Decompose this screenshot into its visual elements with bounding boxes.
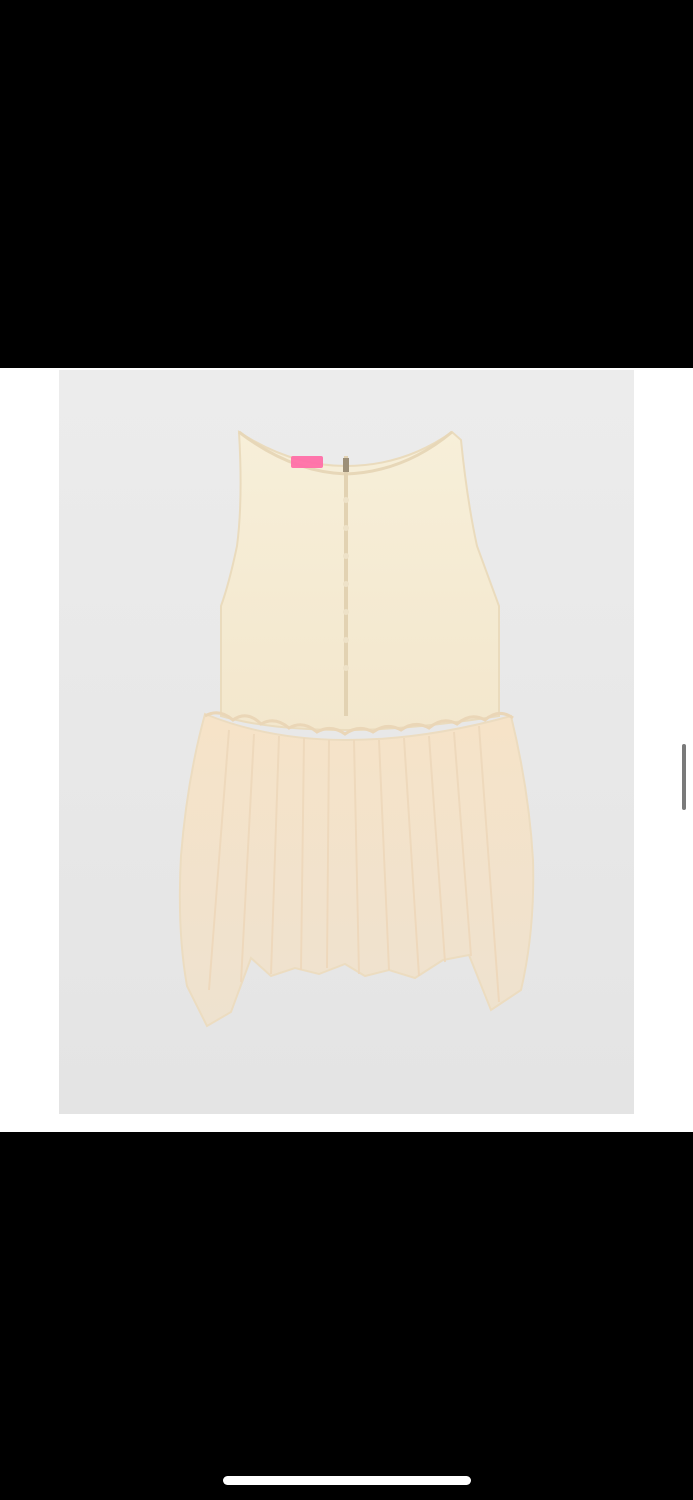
- scroll-indicator: [682, 744, 686, 810]
- home-indicator[interactable]: [223, 1476, 471, 1485]
- screen: [0, 0, 693, 1500]
- bottom-black-area: [0, 1132, 693, 1500]
- product-photo[interactable]: [59, 370, 634, 1114]
- dress-bodice: [220, 430, 500, 732]
- top-black-area: [0, 0, 693, 368]
- brand-label: [291, 456, 323, 468]
- dress-illustration: [178, 430, 535, 1028]
